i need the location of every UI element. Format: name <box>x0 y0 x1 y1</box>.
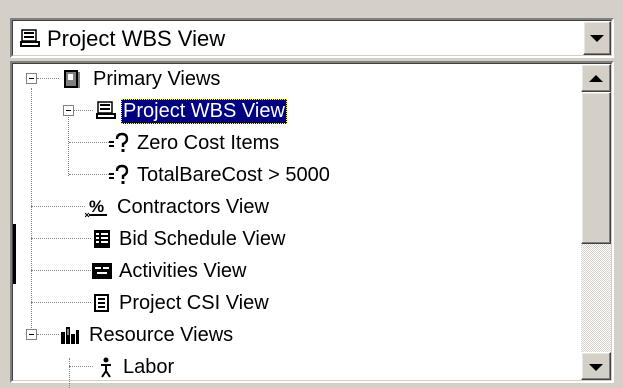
tree-line <box>69 358 70 388</box>
scroll-thumb[interactable] <box>581 92 611 244</box>
tree-line <box>73 110 93 111</box>
project-view-icon <box>95 100 117 122</box>
chevron-down-icon <box>590 35 604 42</box>
tree-line <box>31 270 91 271</box>
collapse-toggle-resource-views[interactable] <box>26 329 37 340</box>
tree-item-label: TotalBareCost > 5000 <box>137 164 330 186</box>
tree-item-label: Zero Cost Items <box>137 132 280 154</box>
labor-person-icon <box>95 356 117 378</box>
percent-icon: % <box>84 196 107 218</box>
tree-item-label-selected: Project WBS View <box>121 99 287 124</box>
tree-item-label: Project CSI View <box>119 292 269 314</box>
tree-line <box>37 334 59 335</box>
chevron-down-icon <box>589 364 603 371</box>
combo-dropdown-button[interactable] <box>583 21 611 55</box>
tree-line <box>69 366 93 367</box>
tree-line <box>31 302 91 303</box>
views-tree[interactable]: Primary Views Project WBS View Zero Cost… <box>10 61 614 388</box>
tree-line <box>31 238 91 239</box>
tree-line <box>37 78 59 79</box>
chevron-up-icon <box>589 75 603 82</box>
filter-query-icon <box>109 164 131 186</box>
project-view-icon <box>19 28 41 50</box>
tree-line <box>68 112 69 176</box>
tree-item-label: Resource Views <box>89 324 234 346</box>
tree-line <box>69 174 109 175</box>
resource-views-icon <box>59 324 81 346</box>
tree-item-label: Activities View <box>119 260 247 282</box>
scroll-down-button[interactable] <box>581 352 611 380</box>
tree-item-label: Contractors View <box>117 196 269 218</box>
tree-line <box>31 206 85 207</box>
view-selector-combo[interactable]: Project WBS View <box>10 18 614 58</box>
collapse-toggle-primary-views[interactable] <box>26 73 37 84</box>
primary-views-icon <box>61 68 83 90</box>
svg-text:%: % <box>89 197 104 216</box>
tree-line <box>69 142 109 143</box>
tree-item-label: Primary Views <box>93 68 221 90</box>
vertical-scrollbar[interactable] <box>581 64 611 380</box>
scroll-up-button[interactable] <box>581 64 611 92</box>
csi-icon <box>91 292 113 314</box>
combo-value: Project WBS View <box>47 26 226 51</box>
activities-icon <box>91 260 113 282</box>
left-edge-marker <box>13 224 16 284</box>
filter-query-icon <box>109 132 131 154</box>
tree-item-label: Labor <box>123 356 175 378</box>
bid-schedule-icon <box>91 228 113 250</box>
collapse-toggle-project-wbs[interactable] <box>63 105 74 116</box>
tree-item-label: Bid Schedule View <box>119 228 286 250</box>
